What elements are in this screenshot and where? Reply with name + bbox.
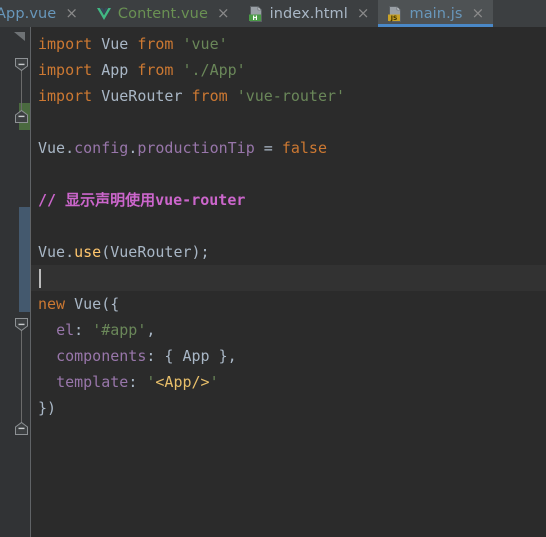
code-token: import	[38, 61, 93, 79]
code-line[interactable]: import VueRouter from 'vue-router'	[31, 83, 345, 109]
code-token: Vue	[38, 139, 66, 157]
code-token: })	[38, 399, 57, 417]
code-token: );	[191, 243, 210, 261]
code-token: from	[137, 35, 174, 53]
tab-label: main.js	[409, 5, 463, 22]
fold-collapse-icon[interactable]	[14, 57, 29, 72]
code-token: use	[74, 243, 102, 261]
tab-label: index.html	[269, 5, 348, 22]
tab-label: App.vue	[0, 5, 57, 22]
code-lines[interactable]: import Vue from 'vue' import App from './…	[31, 27, 546, 537]
code-token: new	[38, 295, 66, 313]
code-token: Vue	[38, 243, 66, 261]
tab-close-icon[interactable]: ×	[64, 6, 79, 21]
tab-close-icon[interactable]: ×	[471, 6, 486, 21]
code-token: VueRouter	[110, 243, 192, 261]
code-token: template	[56, 373, 129, 391]
code-token: },	[209, 347, 237, 365]
fold-region-end-icon[interactable]	[14, 109, 29, 124]
code-token: : {	[146, 347, 183, 365]
code-token: 'vue'	[182, 35, 228, 53]
fold-collapse-icon[interactable]	[14, 317, 29, 332]
code-token: components	[56, 347, 147, 365]
code-line[interactable]: // 显示声明使用vue-router	[31, 187, 245, 213]
code-line[interactable]: import App from './App'	[31, 57, 246, 83]
code-token: el	[56, 321, 75, 339]
code-line[interactable]: import Vue from 'vue'	[31, 31, 228, 57]
code-token: productionTip	[137, 139, 255, 157]
editor-tab-main-js[interactable]: JS main.js ×	[378, 0, 494, 27]
code-token: .	[65, 243, 75, 261]
tab-label: Content.vue	[117, 5, 208, 22]
code-line[interactable]: Vue.config.productionTip = false	[31, 135, 327, 161]
editor-tab-bar: App.vue × Content.vue × Hindex.html × JS main.j…	[0, 0, 546, 27]
code-token: config	[74, 139, 129, 157]
code-token: import	[38, 87, 93, 105]
code-token: App	[101, 61, 129, 79]
code-line[interactable]	[31, 109, 38, 135]
editor-tab-index-html[interactable]: Hindex.html ×	[238, 0, 379, 27]
code-token: .	[65, 139, 75, 157]
fold-connector-line	[21, 70, 22, 111]
code-line[interactable]	[31, 161, 38, 187]
code-token: :	[128, 373, 147, 391]
code-line[interactable]: new Vue({	[31, 291, 119, 317]
code-token: import	[38, 35, 93, 53]
code-token: :	[74, 321, 93, 339]
code-token: ,	[146, 321, 156, 339]
code-token: (	[101, 243, 111, 261]
code-token: VueRouter	[101, 87, 183, 105]
code-line[interactable]: template: '<App/>'	[31, 369, 219, 395]
current-line-highlight	[31, 265, 546, 291]
code-line[interactable]: el: '#app',	[31, 317, 155, 343]
tab-close-icon[interactable]: ×	[216, 6, 231, 21]
code-token: from	[137, 61, 174, 79]
code-token: =	[254, 139, 282, 157]
code-token: Vue	[74, 295, 102, 313]
code-token: Vue	[101, 35, 129, 53]
code-token: ({	[101, 295, 120, 313]
code-token: <App/>	[155, 373, 210, 391]
editor-tab-app-vue[interactable]: App.vue ×	[0, 0, 87, 27]
code-token: // 显示声明使用vue-router	[38, 191, 246, 209]
code-token: '	[209, 373, 219, 391]
svg-text:H: H	[252, 15, 257, 22]
code-token: from	[191, 87, 228, 105]
code-editor[interactable]: import Vue from 'vue' import App from './…	[0, 27, 546, 537]
code-line[interactable]: })	[31, 395, 56, 421]
code-line[interactable]	[31, 265, 38, 291]
html-file-icon: H	[248, 5, 264, 22]
tab-close-icon[interactable]: ×	[356, 6, 371, 21]
code-token: .	[128, 139, 138, 157]
code-token: '#app'	[92, 321, 147, 339]
code-token: 'vue-router'	[236, 87, 346, 105]
editor-tab-content-vue[interactable]: Content.vue ×	[86, 0, 239, 27]
code-line[interactable]	[31, 213, 38, 239]
svg-text:JS: JS	[390, 15, 398, 22]
code-token: false	[281, 139, 327, 157]
code-token: './App'	[182, 61, 246, 79]
code-line[interactable]: Vue.use(VueRouter);	[31, 239, 210, 265]
fold-connector-line	[21, 330, 22, 423]
text-caret	[39, 269, 41, 288]
code-token: App	[182, 347, 210, 365]
code-line[interactable]: components: { App },	[31, 343, 237, 369]
vue-file-icon	[96, 6, 112, 22]
fold-markers-column[interactable]	[14, 27, 30, 537]
fold-region-end-icon[interactable]	[14, 421, 29, 436]
js-file-icon: JS	[387, 5, 403, 22]
